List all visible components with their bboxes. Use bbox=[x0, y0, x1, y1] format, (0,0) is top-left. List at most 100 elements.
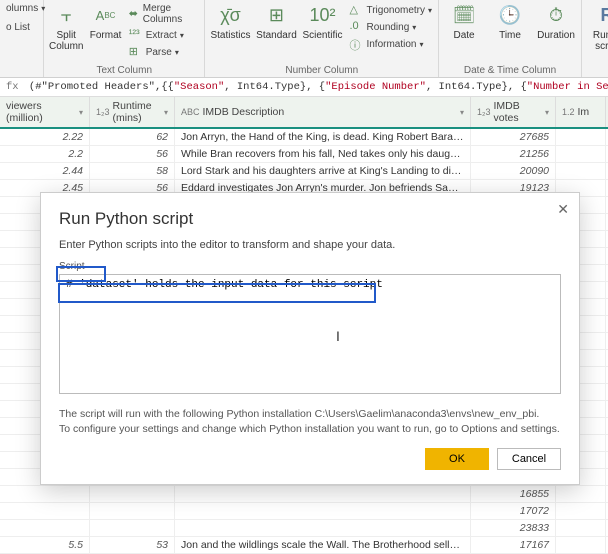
time-icon: 🕒 bbox=[498, 4, 522, 28]
statistics-button[interactable]: χ̄σStatistics bbox=[209, 2, 251, 43]
ribbon-group-text: ⫟ Split Column ABC Format ⬌Merge Columns… bbox=[44, 0, 205, 77]
merge-icon: ⬌ bbox=[129, 7, 140, 21]
cell-votes: 20090 bbox=[471, 163, 556, 179]
ribbon: olumns ▾ o List ⫟ Split Column ABC Forma… bbox=[0, 0, 608, 78]
formula-text: (#"Promoted Headers",{{ bbox=[29, 81, 174, 93]
standard-button[interactable]: ⊞Standard bbox=[255, 2, 297, 43]
statistics-icon: χ̄σ bbox=[218, 4, 242, 28]
ribbon-group-datetime: 🗓Date 🕒Time ⏱Duration Date & Time Column bbox=[439, 0, 582, 77]
cell-viewers bbox=[0, 503, 90, 519]
column-header-viewers[interactable]: viewers (million)▾ bbox=[0, 97, 90, 127]
cell-votes: 21256 bbox=[471, 146, 556, 162]
run-r-script-button[interactable]: RRun R script bbox=[586, 2, 608, 54]
cell-runtime: 62 bbox=[90, 129, 175, 145]
cell-im bbox=[556, 520, 606, 536]
table-row[interactable]: 2.4458Lord Stark and his daughters arriv… bbox=[0, 163, 608, 180]
parse-button[interactable]: ⊞Parse ▾ bbox=[127, 44, 201, 60]
number-column-group-label: Number Column bbox=[209, 64, 434, 76]
dialog-title: Run Python script bbox=[59, 209, 561, 229]
cell-viewers: 2.22 bbox=[0, 129, 90, 145]
information-button[interactable]: ⓘInformation ▾ bbox=[347, 36, 434, 52]
cell-im bbox=[556, 146, 606, 162]
standard-icon: ⊞ bbox=[264, 4, 288, 28]
fx-icon: fx bbox=[6, 81, 19, 93]
cell-runtime bbox=[90, 503, 175, 519]
cell-description: Lord Stark and his daughters arrive at K… bbox=[175, 163, 471, 179]
text-column-group-label: Text Column bbox=[48, 64, 200, 76]
cell-runtime: 53 bbox=[90, 537, 175, 553]
formula-bar[interactable]: fx (#"Promoted Headers",{{"Season", Int6… bbox=[0, 78, 608, 97]
cell-votes: 23833 bbox=[471, 520, 556, 536]
cancel-button[interactable]: Cancel bbox=[497, 448, 561, 470]
datetime-group-label: Date & Time Column bbox=[443, 64, 577, 76]
cell-runtime: 58 bbox=[90, 163, 175, 179]
cell-description: While Bran recovers from his fall, Ned t… bbox=[175, 146, 471, 162]
format-icon: ABC bbox=[94, 4, 118, 28]
table-row[interactable]: 5.553Jon and the wildlings scale the Wal… bbox=[0, 537, 608, 554]
ribbon-group-scripts: RRun R script PyRun Python script Script… bbox=[582, 0, 608, 77]
cell-votes: 17072 bbox=[471, 503, 556, 519]
parse-icon: ⊞ bbox=[129, 45, 143, 59]
cell-description: Jon and the wildlings scale the Wall. Th… bbox=[175, 537, 471, 553]
table-row[interactable]: 23833 bbox=[0, 520, 608, 537]
scientific-button[interactable]: 10²Scientific bbox=[301, 2, 343, 43]
column-header-description[interactable]: ABCIMDB Description▾ bbox=[175, 97, 471, 127]
cell-im bbox=[556, 486, 606, 502]
dialog-subtitle: Enter Python scripts into the editor to … bbox=[59, 239, 561, 251]
duration-icon: ⏱ bbox=[544, 4, 568, 28]
merge-columns-button[interactable]: ⬌Merge Columns bbox=[127, 2, 201, 26]
cell-votes: 16855 bbox=[471, 486, 556, 502]
cell-im bbox=[556, 129, 606, 145]
cell-runtime bbox=[90, 520, 175, 536]
dialog-note: The script will run with the following P… bbox=[59, 407, 561, 436]
rounding-icon: .0 bbox=[349, 20, 363, 34]
filter-icon[interactable]: ▾ bbox=[79, 108, 83, 117]
ribbon-group-left: olumns ▾ o List bbox=[0, 0, 44, 77]
split-column-button[interactable]: ⫟ Split Column bbox=[48, 2, 84, 54]
cell-viewers bbox=[0, 520, 90, 536]
duration-button[interactable]: ⏱Duration bbox=[535, 2, 577, 43]
script-field-label: Script bbox=[59, 261, 561, 272]
close-icon[interactable]: ✕ bbox=[557, 201, 569, 218]
table-row[interactable]: 17072 bbox=[0, 503, 608, 520]
filter-icon[interactable]: ▾ bbox=[545, 108, 549, 117]
cell-viewers bbox=[0, 486, 90, 502]
r-icon: R bbox=[595, 4, 608, 28]
rounding-button[interactable]: .0Rounding ▾ bbox=[347, 19, 434, 35]
cell-im bbox=[556, 537, 606, 553]
cell-description bbox=[175, 503, 471, 519]
ok-button[interactable]: OK bbox=[425, 448, 489, 470]
cell-viewers: 2.44 bbox=[0, 163, 90, 179]
cell-description bbox=[175, 520, 471, 536]
cell-im bbox=[556, 503, 606, 519]
script-input[interactable]: # 'dataset' holds the input data for thi… bbox=[59, 274, 561, 394]
table-row[interactable]: 16855 bbox=[0, 486, 608, 503]
cell-runtime bbox=[90, 486, 175, 502]
filter-icon[interactable]: ▾ bbox=[460, 108, 464, 117]
column-header-runtime[interactable]: 1₂3Runtime (mins)▾ bbox=[90, 97, 175, 127]
table-header: viewers (million)▾ 1₂3Runtime (mins)▾ AB… bbox=[0, 97, 608, 129]
trig-icon: △ bbox=[349, 3, 363, 17]
to-list-button[interactable]: o List bbox=[4, 21, 47, 34]
cell-im bbox=[556, 163, 606, 179]
date-icon: 🗓 bbox=[452, 4, 476, 28]
scientific-icon: 10² bbox=[310, 4, 334, 28]
cell-votes: 17167 bbox=[471, 537, 556, 553]
ribbon-group-number: χ̄σStatistics ⊞Standard 10²Scientific △T… bbox=[205, 0, 439, 77]
extract-button[interactable]: ¹²³Extract ▾ bbox=[127, 27, 201, 43]
column-header-im[interactable]: 1.2Im bbox=[556, 97, 606, 127]
extract-icon: ¹²³ bbox=[129, 28, 143, 42]
table-row[interactable]: 2.2262Jon Arryn, the Hand of the King, i… bbox=[0, 129, 608, 146]
date-button[interactable]: 🗓Date bbox=[443, 2, 485, 43]
info-icon: ⓘ bbox=[349, 37, 363, 51]
column-header-votes[interactable]: 1₂3IMDB votes▾ bbox=[471, 97, 556, 127]
scripts-group-label: Scripts bbox=[586, 69, 608, 81]
filter-icon[interactable]: ▾ bbox=[164, 108, 168, 117]
time-button[interactable]: 🕒Time bbox=[489, 2, 531, 43]
cell-description: Jon Arryn, the Hand of the King, is dead… bbox=[175, 129, 471, 145]
trigonometry-button[interactable]: △Trigonometry ▾ bbox=[347, 2, 434, 18]
columns-button[interactable]: olumns ▾ bbox=[4, 2, 47, 15]
format-button[interactable]: ABC Format bbox=[88, 2, 122, 43]
run-python-script-dialog: ✕ Run Python script Enter Python scripts… bbox=[40, 192, 580, 485]
table-row[interactable]: 2.256While Bran recovers from his fall, … bbox=[0, 146, 608, 163]
